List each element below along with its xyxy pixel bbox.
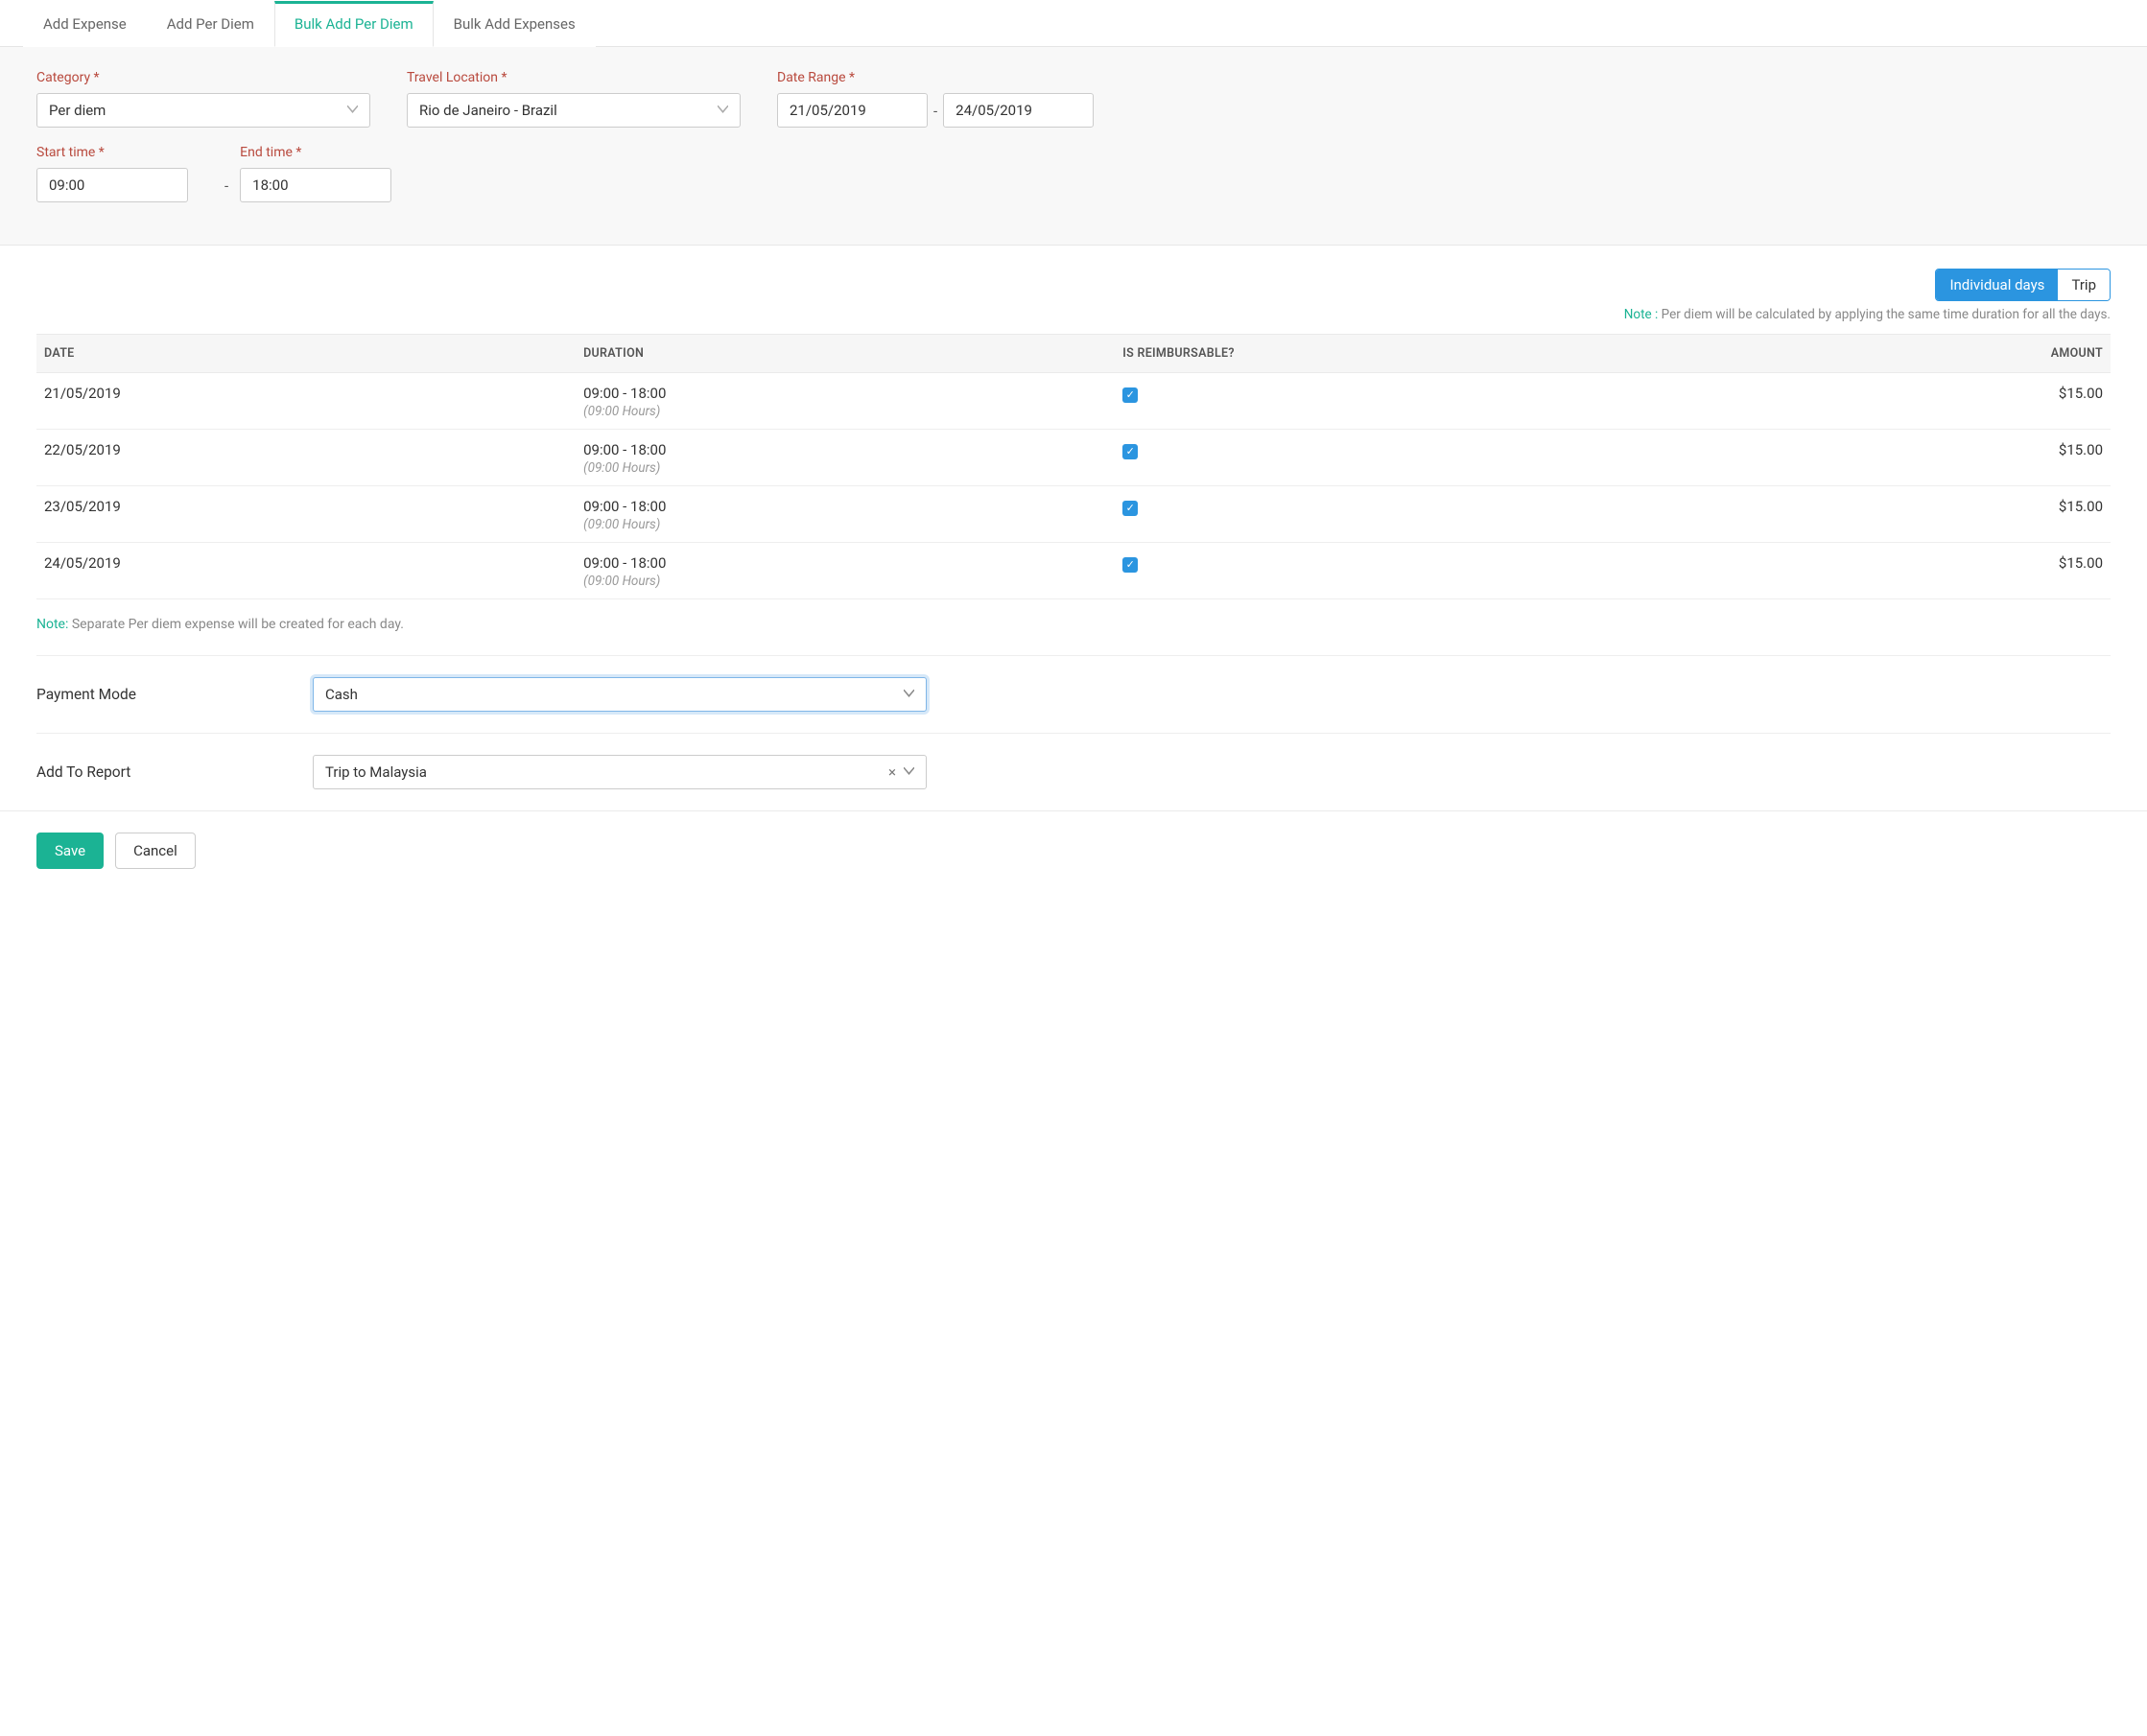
payment-mode-value: Cash	[325, 686, 358, 703]
endtime-label: End time *	[240, 145, 391, 160]
payment-mode-label: Payment Mode	[36, 686, 313, 703]
th-date: DATE	[36, 335, 576, 373]
form-panel: Category * Per diem Travel Location * Ri…	[0, 47, 2147, 246]
cell-reimbursable: ✓	[1115, 543, 1799, 599]
checkbox-checked-icon[interactable]: ✓	[1122, 444, 1138, 459]
table-row: 23/05/2019 09:00 - 18:00 (09:00 Hours) ✓…	[36, 486, 2111, 543]
cell-amount: $15.00	[1800, 543, 2111, 599]
cell-date: 23/05/2019	[36, 486, 576, 543]
cell-duration: 09:00 - 18:00 (09:00 Hours)	[576, 486, 1115, 543]
view-toggle: Individual days Trip	[1935, 269, 2111, 301]
per-diem-table: DATE DURATION IS REIMBURSABLE? AMOUNT 21…	[36, 334, 2111, 599]
add-to-report-value: Trip to Malaysia	[325, 763, 427, 781]
cell-date: 24/05/2019	[36, 543, 576, 599]
starttime-value: 09:00	[49, 176, 84, 194]
th-reimbursable: IS REIMBURSABLE?	[1115, 335, 1799, 373]
table-row: 22/05/2019 09:00 - 18:00 (09:00 Hours) ✓…	[36, 430, 2111, 486]
chevron-down-icon	[904, 765, 914, 779]
save-button[interactable]: Save	[36, 833, 104, 869]
date-from-value: 21/05/2019	[790, 102, 866, 119]
date-to-input[interactable]: 24/05/2019	[943, 93, 1094, 128]
category-select[interactable]: Per diem	[36, 93, 370, 128]
category-label: Category *	[36, 70, 370, 85]
cancel-button[interactable]: Cancel	[115, 833, 196, 869]
cell-duration: 09:00 - 18:00 (09:00 Hours)	[576, 373, 1115, 430]
payment-mode-row: Payment Mode Cash	[36, 656, 2111, 733]
th-duration: DURATION	[576, 335, 1115, 373]
note-label: Note:	[36, 617, 68, 632]
add-to-report-row: Add To Report Trip to Malaysia ×	[36, 734, 2111, 810]
cell-reimbursable: ✓	[1115, 486, 1799, 543]
chevron-down-icon	[718, 104, 728, 117]
note-text: Per diem will be calculated by applying …	[1662, 307, 2111, 322]
dash-separator: -	[928, 103, 943, 128]
date-from-input[interactable]: 21/05/2019	[777, 93, 928, 128]
daterange-label: Date Range *	[777, 70, 1094, 85]
toggle-individual-days[interactable]: Individual days	[1936, 270, 2058, 300]
note-label: Note :	[1624, 307, 1662, 322]
bottom-note: Note: Separate Per diem expense will be …	[36, 617, 2111, 632]
tabs-bar: Add Expense Add Per Diem Bulk Add Per Di…	[0, 0, 2147, 47]
chevron-down-icon	[347, 104, 358, 117]
dash-separator: -	[224, 177, 228, 195]
location-label: Travel Location *	[407, 70, 741, 85]
tab-add-per-diem[interactable]: Add Per Diem	[147, 1, 274, 47]
tab-bulk-add-per-diem[interactable]: Bulk Add Per Diem	[274, 1, 434, 47]
payment-mode-select[interactable]: Cash	[313, 677, 927, 712]
th-amount: AMOUNT	[1800, 335, 2111, 373]
footer-actions: Save Cancel	[0, 810, 2147, 890]
cell-reimbursable: ✓	[1115, 373, 1799, 430]
add-to-report-select[interactable]: Trip to Malaysia ×	[313, 755, 927, 789]
date-to-value: 24/05/2019	[956, 102, 1032, 119]
table-row: 21/05/2019 09:00 - 18:00 (09:00 Hours) ✓…	[36, 373, 2111, 430]
location-value: Rio de Janeiro - Brazil	[419, 102, 557, 119]
starttime-label: Start time *	[36, 145, 188, 160]
cell-duration: 09:00 - 18:00 (09:00 Hours)	[576, 543, 1115, 599]
cell-date: 21/05/2019	[36, 373, 576, 430]
endtime-value: 18:00	[252, 176, 288, 194]
category-value: Per diem	[49, 102, 106, 119]
content-area: Individual days Trip Note : Per diem wil…	[0, 246, 2147, 810]
cell-date: 22/05/2019	[36, 430, 576, 486]
checkbox-checked-icon[interactable]: ✓	[1122, 557, 1138, 573]
cell-amount: $15.00	[1800, 430, 2111, 486]
cell-duration: 09:00 - 18:00 (09:00 Hours)	[576, 430, 1115, 486]
tab-add-expense[interactable]: Add Expense	[23, 1, 147, 47]
checkbox-checked-icon[interactable]: ✓	[1122, 501, 1138, 516]
location-select[interactable]: Rio de Janeiro - Brazil	[407, 93, 741, 128]
cell-amount: $15.00	[1800, 373, 2111, 430]
endtime-input[interactable]: 18:00	[240, 168, 391, 202]
clear-icon[interactable]: ×	[888, 763, 896, 781]
cell-reimbursable: ✓	[1115, 430, 1799, 486]
toggle-trip[interactable]: Trip	[2058, 270, 2110, 300]
tab-bulk-add-expenses[interactable]: Bulk Add Expenses	[434, 1, 596, 47]
note-text: Separate Per diem expense will be create…	[68, 617, 404, 632]
table-row: 24/05/2019 09:00 - 18:00 (09:00 Hours) ✓…	[36, 543, 2111, 599]
cell-amount: $15.00	[1800, 486, 2111, 543]
chevron-down-icon	[904, 688, 914, 701]
starttime-input[interactable]: 09:00	[36, 168, 188, 202]
top-note: Note : Per diem will be calculated by ap…	[36, 307, 2111, 322]
add-to-report-label: Add To Report	[36, 763, 313, 781]
checkbox-checked-icon[interactable]: ✓	[1122, 387, 1138, 403]
